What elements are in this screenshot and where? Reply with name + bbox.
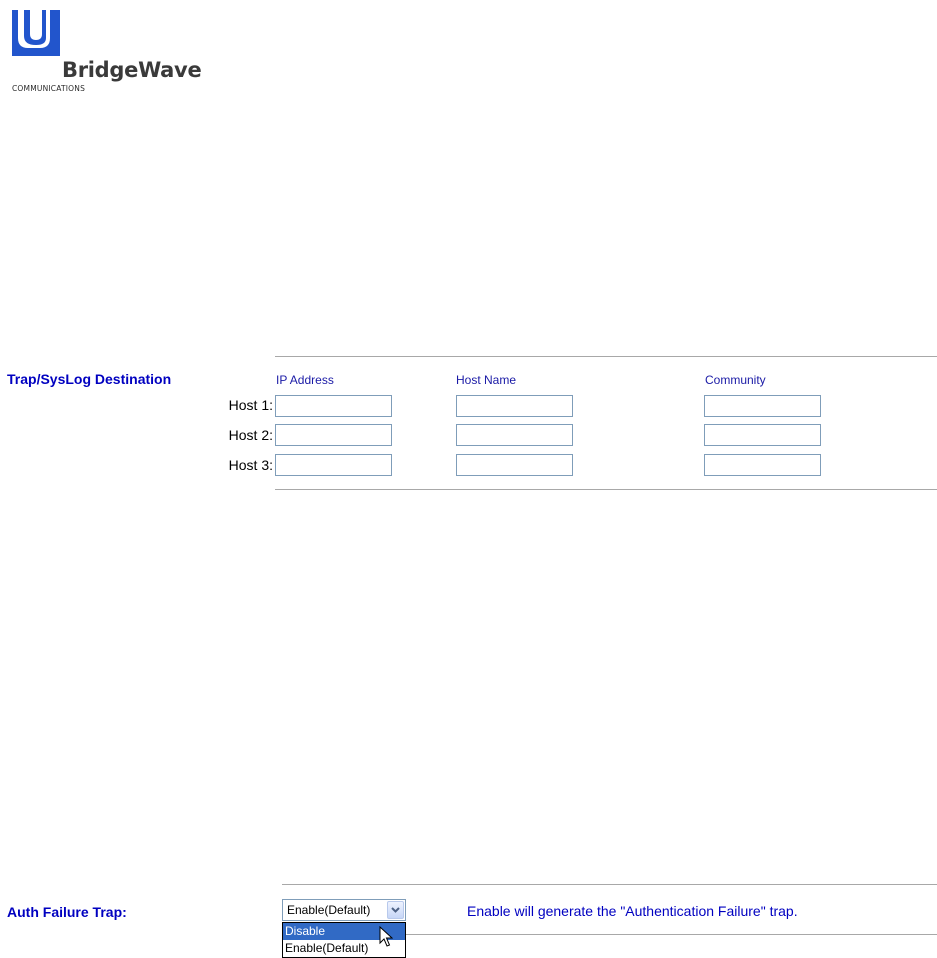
chevron-down-icon[interactable] bbox=[387, 901, 404, 919]
logo-tagline: COMMUNICATIONS bbox=[12, 84, 86, 93]
auth-failure-selected-value: Enable(Default) bbox=[287, 903, 371, 917]
auth-failure-trap-select[interactable]: Enable(Default) bbox=[282, 899, 406, 921]
column-ip-address: IP Address bbox=[276, 373, 334, 387]
column-host-name: Host Name bbox=[456, 373, 517, 387]
host-2-label: Host 2: bbox=[228, 427, 273, 443]
logo-company-name: BridgeWave bbox=[62, 58, 202, 82]
mouse-pointer-icon bbox=[379, 925, 394, 953]
host-2-hostname-input[interactable] bbox=[456, 424, 573, 446]
bridgewave-logo-icon bbox=[10, 8, 62, 58]
host-3-label: Host 3: bbox=[228, 457, 273, 473]
trap-section-bottom-divider bbox=[275, 489, 937, 490]
host-3-hostname-input[interactable] bbox=[456, 454, 573, 476]
auth-section-bottom-divider bbox=[406, 934, 937, 935]
host-2-community-input[interactable] bbox=[704, 424, 821, 446]
auth-section-top-divider bbox=[282, 884, 937, 885]
host-2-ip-input[interactable] bbox=[275, 424, 392, 446]
trap-section-top-divider bbox=[275, 356, 937, 357]
auth-failure-trap-label: Auth Failure Trap: bbox=[7, 904, 127, 920]
trap-destination-label: Trap/SysLog Destination bbox=[7, 371, 172, 387]
host-1-label: Host 1: bbox=[228, 397, 273, 413]
host-3-ip-input[interactable] bbox=[275, 454, 392, 476]
host-3-community-input[interactable] bbox=[704, 454, 821, 476]
column-community: Community bbox=[705, 373, 766, 387]
host-1-community-input[interactable] bbox=[704, 395, 821, 417]
host-1-hostname-input[interactable] bbox=[456, 395, 573, 417]
host-1-ip-input[interactable] bbox=[275, 395, 392, 417]
auth-failure-hint: Enable will generate the "Authentication… bbox=[467, 903, 798, 919]
